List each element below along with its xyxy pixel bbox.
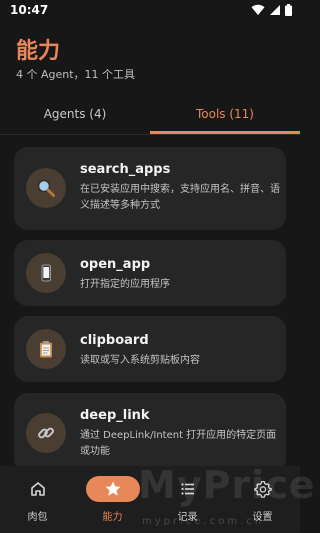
home-icon bbox=[11, 476, 65, 502]
tool-name: clipboard bbox=[80, 333, 149, 348]
tab-indicator bbox=[150, 131, 300, 134]
tool-name: deep_link bbox=[80, 408, 150, 423]
status-bar: 10:47 bbox=[0, 0, 300, 22]
battery-icon bbox=[285, 4, 292, 16]
page-title: 能力 bbox=[16, 39, 61, 64]
tool-description: 读取或写入系统剪贴板内容 bbox=[80, 355, 200, 366]
wifi-icon bbox=[251, 4, 265, 16]
tab-tools[interactable]: Tools (11) bbox=[150, 98, 300, 132]
signal-icon bbox=[269, 4, 281, 16]
status-icons bbox=[251, 4, 292, 16]
status-time: 10:47 bbox=[10, 3, 49, 17]
nav-label: 能力 bbox=[102, 512, 123, 523]
watermark-url: myprice.com.cn bbox=[142, 516, 265, 527]
tab-bar: Agents (4) Tools (11) bbox=[0, 98, 300, 135]
tool-description: 在已安装应用中搜索，支持应用名、拼音、语义描述等多种方式 bbox=[80, 184, 280, 211]
tool-card-clipboard[interactable]: clipboard 读取或写入系统剪贴板内容 bbox=[14, 316, 286, 382]
tool-card-deep-link[interactable]: deep_link 通过 DeepLink/Intent 打开应用的特定页面或功… bbox=[14, 393, 286, 473]
tool-name: open_app bbox=[80, 257, 151, 272]
clipboard-icon bbox=[26, 329, 66, 369]
star-icon bbox=[85, 476, 140, 502]
tool-card-open-app[interactable]: open_app 打开指定的应用程序 bbox=[14, 240, 286, 306]
nav-item-home[interactable]: 肉包 bbox=[0, 466, 75, 533]
nav-label: 肉包 bbox=[27, 512, 48, 523]
tool-description: 通过 DeepLink/Intent 打开应用的特定页面或功能 bbox=[80, 430, 277, 457]
tab-agents[interactable]: Agents (4) bbox=[0, 98, 150, 132]
tool-card-search-apps[interactable]: search_apps 在已安装应用中搜索，支持应用名、拼音、语义描述等多种方式 bbox=[14, 147, 286, 230]
watermark: MyPrice bbox=[138, 463, 316, 507]
link-icon bbox=[26, 413, 66, 453]
phone-icon bbox=[26, 253, 66, 293]
magnifier-icon bbox=[26, 168, 66, 208]
tool-name: search_apps bbox=[80, 162, 171, 177]
tool-description: 打开指定的应用程序 bbox=[80, 279, 170, 290]
page-subtitle: 4 个 Agent，11 个工具 bbox=[16, 68, 136, 81]
